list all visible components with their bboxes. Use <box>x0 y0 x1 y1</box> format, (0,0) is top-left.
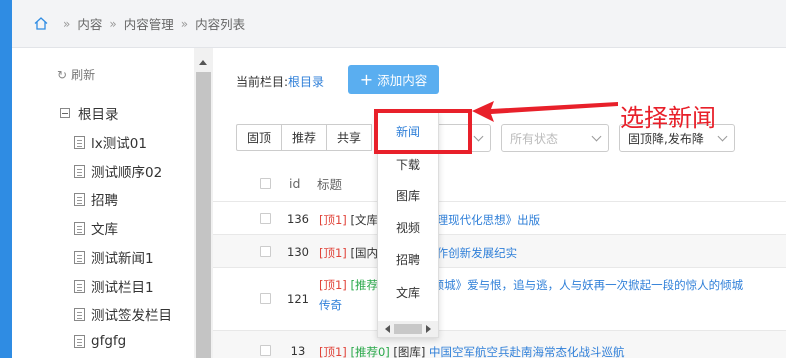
breadcrumb: » 内容 » 内容管理 » 内容列表 <box>12 0 786 48</box>
breadcrumb-separator: » <box>63 16 71 31</box>
select-all-checkbox[interactable] <box>260 178 271 189</box>
tree-node-label: 测试顺序02 <box>91 165 163 181</box>
dropdown-option-gallery[interactable]: 图库 <box>378 187 438 204</box>
scroll-up-arrow[interactable] <box>199 60 207 65</box>
tree-scrollbar[interactable] <box>194 48 213 358</box>
document-icon <box>74 135 85 149</box>
tree-node[interactable]: 招聘 <box>74 189 118 209</box>
filter-top-button[interactable]: 固顶 <box>236 124 283 151</box>
scroll-right-arrow[interactable] <box>426 325 431 333</box>
row-checkbox[interactable] <box>260 213 271 224</box>
tree-node[interactable]: 测试栏目1 <box>74 276 154 296</box>
document-icon <box>74 221 85 235</box>
status-select[interactable]: 所有状态 <box>501 124 609 152</box>
collapse-icon[interactable] <box>60 108 70 118</box>
chevron-down-icon <box>473 131 484 142</box>
tree-node[interactable]: lx测试01 <box>74 132 147 152</box>
column-title: 标题 <box>317 177 343 192</box>
row-id: 13 <box>290 344 306 358</box>
table-row[interactable]: 136 [顶1] [文库] 国家治理现代化思想》出版 <box>213 201 786 234</box>
row-id: 121 <box>287 292 309 306</box>
refresh-label: 刷新 <box>71 68 96 82</box>
breadcrumb-item: 内容列表 <box>195 17 246 32</box>
title-link[interactable]: 半妖倾城》爱与恨，追与逃，人与妖再一次掀起一段的惊人的倾城 <box>410 278 744 292</box>
scroll-left-arrow[interactable] <box>385 325 390 333</box>
annotation-arrow-icon <box>472 101 618 122</box>
current-category: 当前栏目:根目录 <box>236 73 324 90</box>
current-category-label: 当前栏目: <box>236 75 289 89</box>
top-tag: [顶1] <box>319 345 347 358</box>
table-row[interactable]: 13 [顶1] [推荐0] [图库] 中国空军航空兵赴南海常态化战斗巡航 <box>213 330 786 358</box>
filter-recommend-button[interactable]: 推荐 <box>281 124 328 151</box>
tree-node[interactable]: 测试签发栏目 <box>74 304 172 324</box>
current-category-link[interactable]: 根目录 <box>288 75 324 89</box>
row-checkbox[interactable] <box>260 293 271 304</box>
add-content-button[interactable]: + 添加内容 <box>348 65 439 94</box>
tree-node[interactable]: 测试顺序02 <box>74 161 162 181</box>
row-id: 136 <box>287 212 309 226</box>
document-icon <box>74 250 85 264</box>
title-link[interactable]: 中国空军航空兵赴南海常态化战斗巡航 <box>429 345 625 358</box>
filter-button-group: 固顶 推荐 共享 <box>236 124 373 151</box>
tree-node[interactable]: gfgfg <box>74 333 126 349</box>
top-tag: [顶1] <box>319 246 347 260</box>
dropdown-option-library[interactable]: 文库 <box>378 284 438 301</box>
column-id: id <box>289 176 301 191</box>
scroll-thumb[interactable] <box>196 72 211 358</box>
row-checkbox[interactable] <box>260 246 271 257</box>
tree-node-label: 测试新闻1 <box>91 251 154 267</box>
title-link-continued[interactable]: 传奇 <box>319 297 342 313</box>
document-icon <box>74 164 85 178</box>
tree-node-label: 招聘 <box>91 193 118 209</box>
content-panel: 当前栏目:根目录 + 添加内容 固顶 推荐 共享 所有状态 固顶降,发布降 id… <box>213 48 786 358</box>
dropdown-option-download[interactable]: 下载 <box>378 156 438 173</box>
row-title: [顶1] [推荐0] [图库] 中国空军航空兵赴南海常态化战斗巡航 <box>319 344 625 358</box>
breadcrumb-separator: » <box>180 16 189 31</box>
highlight-box <box>374 109 472 154</box>
refresh-icon: ↻ <box>57 67 68 82</box>
row-checkbox[interactable] <box>260 345 271 356</box>
recommend-tag: [推荐 <box>350 278 378 292</box>
tree-node[interactable]: 文库 <box>74 218 118 238</box>
annotation-text: 选择新闻 <box>620 104 716 132</box>
tree-node-label: 文库 <box>91 222 118 238</box>
category-tag: [图库] <box>393 345 426 358</box>
chevron-down-icon <box>717 131 728 142</box>
chevron-down-icon <box>591 131 602 142</box>
tree-node-label: 测试栏目1 <box>91 280 154 296</box>
breadcrumb-item[interactable]: 内容管理 <box>124 14 174 33</box>
tree-node[interactable]: 测试新闻1 <box>74 247 154 267</box>
add-content-label: 添加内容 <box>377 73 428 88</box>
status-select-value: 所有状态 <box>510 131 559 146</box>
document-icon <box>74 192 85 206</box>
tree-node-label: gfgfg <box>91 333 127 349</box>
document-icon <box>74 334 85 348</box>
document-icon <box>74 279 85 293</box>
tree-root-label: 根目录 <box>78 107 119 123</box>
row-id: 130 <box>287 245 309 259</box>
tree-node-label: lx测试01 <box>91 136 147 152</box>
tree-root[interactable]: 根目录 <box>60 103 119 123</box>
table-row[interactable]: 121 [顶1] [推荐 半妖倾城》爱与恨，追与逃，人与妖再一次掀起一段的惊人的… <box>213 267 786 330</box>
breadcrumb-separator: » <box>109 16 117 31</box>
breadcrumb-item[interactable]: 内容 <box>77 14 102 33</box>
refresh-button[interactable]: ↻ 刷新 <box>57 66 95 83</box>
dropdown-horizontal-scrollbar[interactable] <box>378 321 438 337</box>
table-row[interactable]: 130 [顶1] [国内] 民族工作创新发展纪实 <box>213 234 786 267</box>
filter-share-button[interactable]: 共享 <box>326 124 373 151</box>
home-icon[interactable] <box>34 17 48 30</box>
tree-node-label: 测试签发栏目 <box>91 308 172 324</box>
recommend-tag: [推荐0] <box>350 345 390 358</box>
table-header: id 标题 <box>213 166 786 201</box>
category-tree: ↻ 刷新 根目录 lx测试01 测试顺序02 招聘 文库 测试新闻1 测试栏目1… <box>12 48 194 358</box>
top-tag: [顶1] <box>319 213 347 227</box>
dropdown-option-recruit[interactable]: 招聘 <box>378 251 438 268</box>
left-accent-bar <box>0 0 12 358</box>
dropdown-option-video[interactable]: 视频 <box>378 219 438 236</box>
document-icon <box>74 307 85 321</box>
top-tag: [顶1] <box>319 278 347 292</box>
plus-icon: + <box>359 69 374 89</box>
scroll-thumb[interactable] <box>394 324 422 334</box>
